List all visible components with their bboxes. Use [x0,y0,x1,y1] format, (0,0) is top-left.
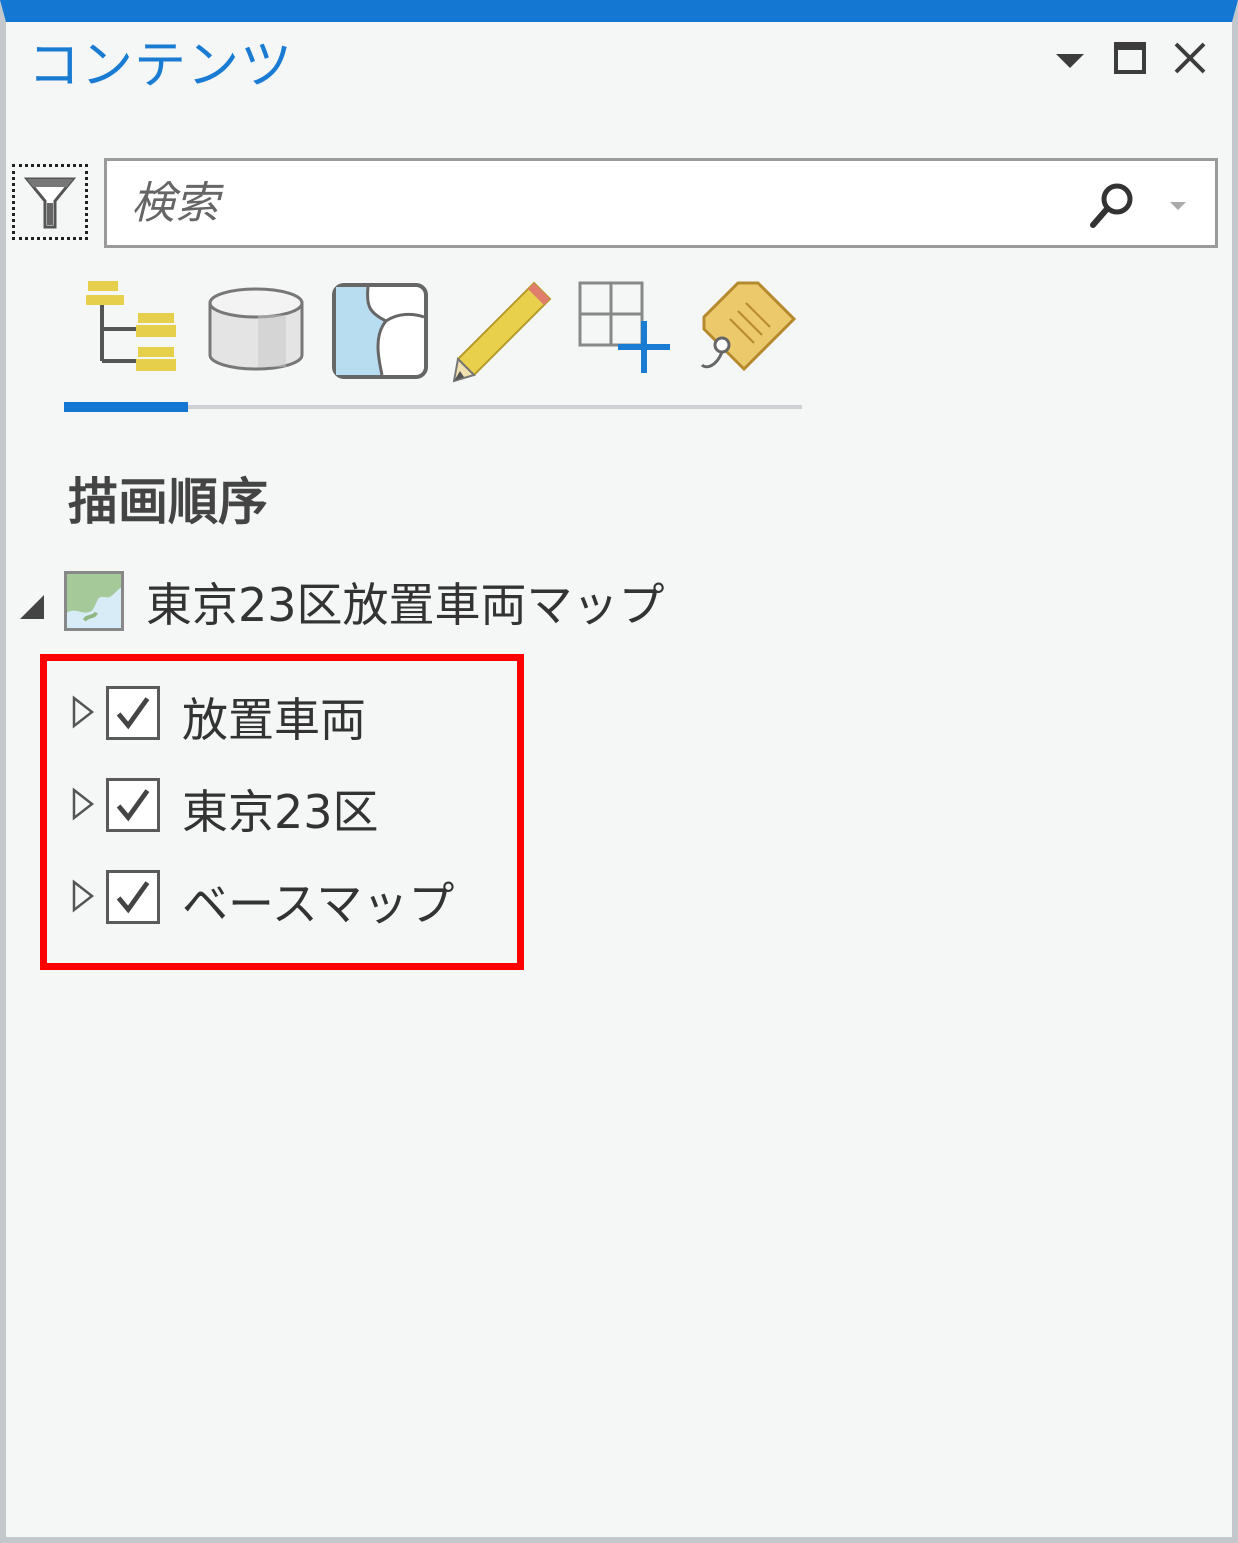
checkmark-icon [116,697,150,730]
layer-expand-toggle[interactable] [70,694,96,730]
selection-map-icon [332,283,428,379]
layer-visibility-checkbox[interactable] [106,686,160,740]
map-name: 東京23区放置車両マップ [146,578,665,632]
filter-button[interactable] [12,164,88,240]
search-input[interactable] [107,161,1007,245]
snapping-grid-icon [578,281,670,373]
close-button[interactable] [1166,36,1214,84]
search-button[interactable] [1087,179,1139,231]
tab-labeling[interactable] [698,277,808,387]
tab-drawing-order[interactable] [76,277,186,387]
layer-item[interactable]: 東京23区 [70,770,510,840]
view-tabs [64,277,804,417]
dropdown-arrow-icon [1056,54,1084,68]
expanded-triangle-icon [20,595,44,619]
layer-expand-toggle[interactable] [70,878,96,914]
layer-item[interactable]: 放置車両 [70,678,510,748]
pane-title: コンテンツ [28,36,294,96]
maximize-button[interactable] [1106,36,1154,84]
map-collapse-toggle[interactable] [16,591,48,623]
tab-editing[interactable] [450,277,560,387]
map-item[interactable]: 東京23区放置車両マップ [16,567,1116,647]
layer-expand-toggle[interactable] [70,786,96,822]
labeling-tag-icon [700,281,797,372]
close-icon [1174,42,1206,74]
tab-selection[interactable] [326,277,436,387]
layer-item[interactable]: ベースマップ [70,862,510,932]
editing-pencil-icon [452,281,552,383]
active-tab-indicator [64,402,188,412]
layer-name: ベースマップ [182,877,455,931]
checkmark-icon [116,789,150,822]
layer-visibility-checkbox[interactable] [106,870,160,924]
chevron-right-icon [72,695,95,729]
chevron-down-icon [1170,202,1186,210]
data-source-icon [208,287,304,371]
layer-name: 東京23区 [182,785,379,839]
pane-options-button[interactable] [1046,36,1094,84]
contents-pane: コンテンツ 検索 描画順序 東京23区放置車両マップ 放置車両 東京23区 ベー… [0,0,1238,1543]
layer-list: 放置車両 東京23区 ベースマップ [40,654,530,972]
map-icon [64,571,124,631]
checkmark-icon [116,881,150,914]
maximize-icon [1114,42,1146,74]
filter-icon [23,177,77,229]
search-box [104,158,1218,248]
section-heading: 描画順序 [68,473,268,531]
tab-snapping[interactable] [574,277,684,387]
tab-data-source[interactable] [202,277,312,387]
search-options-button[interactable] [1163,191,1193,221]
chevron-right-icon [72,879,95,913]
layer-name: 放置車両 [182,693,366,747]
chevron-right-icon [72,787,95,821]
layer-visibility-checkbox[interactable] [106,778,160,832]
search-icon [1090,183,1133,228]
drawing-order-icon [86,281,176,371]
